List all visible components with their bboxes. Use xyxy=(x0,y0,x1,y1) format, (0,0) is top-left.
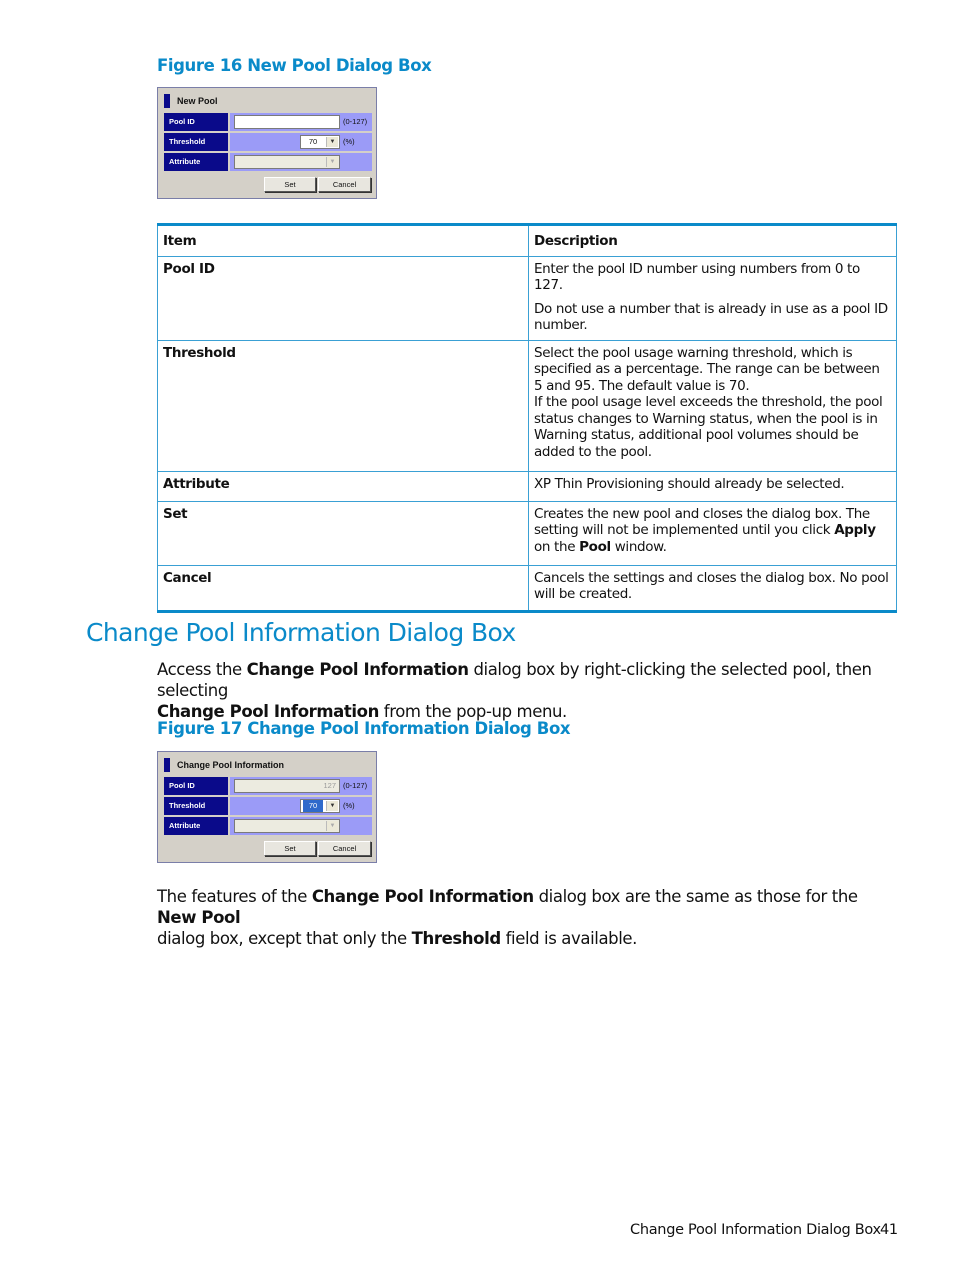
description-bold: Pool xyxy=(579,538,611,555)
set-button[interactable]: Set xyxy=(264,841,316,856)
bold-text: Change Pool Information xyxy=(246,660,469,679)
table-row: Set Creates the new pool and closes the … xyxy=(157,500,897,566)
description-text: If the pool usage level exceeds the thre… xyxy=(534,394,883,460)
closing-paragraph: The features of the Change Pool Informat… xyxy=(157,886,897,949)
table-header-row: Item Description xyxy=(157,224,897,257)
table-row: Threshold Select the pool usage warning … xyxy=(157,339,897,472)
description-text: on the xyxy=(534,538,580,555)
chevron-down-icon[interactable]: ▼ xyxy=(326,137,338,147)
text: field is available. xyxy=(500,929,638,948)
table-row: Cancel Cancels the settings and closes t… xyxy=(157,564,897,612)
header-item: Item xyxy=(157,224,529,257)
header-description: Description xyxy=(528,224,897,257)
table-row: Pool ID Enter the pool ID number using n… xyxy=(157,255,897,341)
row-item: Threshold xyxy=(157,339,529,472)
row-description: Creates the new pool and closes the dial… xyxy=(528,500,897,566)
bold-text: Threshold xyxy=(411,929,502,948)
text: Access the xyxy=(157,660,247,679)
set-button[interactable]: Set xyxy=(264,177,316,192)
title-marker-icon xyxy=(164,758,170,772)
row-item: Pool ID xyxy=(157,255,529,341)
threshold-label: Threshold xyxy=(164,797,228,815)
bold-text: Change Pool Information xyxy=(311,887,534,906)
pool-id-hint: (0-127) xyxy=(343,781,368,790)
threshold-row: Threshold 70 ▼ (%) xyxy=(164,133,372,151)
description-text: window. xyxy=(610,538,667,555)
attribute-select[interactable]: ▼ xyxy=(234,819,340,833)
attribute-row: Attribute ▼ xyxy=(164,153,372,171)
pool-id-row: Pool ID 127 (0-127) xyxy=(164,777,372,795)
pool-id-label: Pool ID xyxy=(164,777,228,795)
dialog-title-text: New Pool xyxy=(177,96,218,106)
change-pool-information-dialog: Change Pool Information Pool ID 127 (0-1… xyxy=(157,751,377,863)
description-text: Do not use a number that is already in u… xyxy=(534,300,888,334)
attribute-label: Attribute xyxy=(164,817,228,835)
text: dialog box, except that only the xyxy=(157,929,412,948)
attribute-label: Attribute xyxy=(164,153,228,171)
footer-title: Change Pool Information Dialog Box xyxy=(630,1222,881,1238)
threshold-label: Threshold xyxy=(164,133,228,151)
pool-id-hint: (0-127) xyxy=(343,117,368,126)
pool-id-label: Pool ID xyxy=(164,113,228,131)
row-description: Cancels the settings and closes the dial… xyxy=(528,564,897,612)
threshold-value: 70 xyxy=(303,800,323,812)
description-text: Creates the new pool and closes the dial… xyxy=(534,505,870,539)
attribute-select[interactable]: ▼ xyxy=(234,155,340,169)
table-row: Attribute XP Thin Provisioning should al… xyxy=(157,470,897,502)
row-description: Enter the pool ID number using numbers f… xyxy=(528,255,897,341)
title-marker-icon xyxy=(164,94,170,108)
pool-id-input[interactable] xyxy=(234,115,340,129)
section-intro: Access the Change Pool Information dialo… xyxy=(157,659,897,722)
chevron-down-icon: ▼ xyxy=(326,821,338,831)
text: The features of the xyxy=(157,887,312,906)
bold-text: New Pool xyxy=(157,908,241,927)
threshold-select[interactable]: 70 ▼ xyxy=(300,799,340,813)
chevron-down-icon[interactable]: ▼ xyxy=(326,801,338,811)
row-description: Select the pool usage warning threshold,… xyxy=(528,339,897,472)
pool-id-input[interactable]: 127 xyxy=(234,779,340,793)
dialog-title-text: Change Pool Information xyxy=(177,760,284,770)
new-pool-dialog: New Pool Pool ID (0-127) Threshold 70 ▼ … xyxy=(157,87,377,199)
cancel-button[interactable]: Cancel xyxy=(318,177,371,192)
figure-16-caption: Figure 16 New Pool Dialog Box xyxy=(157,56,432,75)
threshold-row: Threshold 70 ▼ (%) xyxy=(164,797,372,815)
threshold-hint: (%) xyxy=(343,801,355,810)
figure-17-caption: Figure 17 Change Pool Information Dialog… xyxy=(157,719,571,738)
dialog-title: Change Pool Information xyxy=(164,758,284,772)
attribute-row: Attribute ▼ xyxy=(164,817,372,835)
threshold-hint: (%) xyxy=(343,137,355,146)
chevron-down-icon: ▼ xyxy=(326,157,338,167)
row-description: XP Thin Provisioning should already be s… xyxy=(528,470,897,502)
page-number: 41 xyxy=(880,1222,898,1238)
pool-id-row: Pool ID (0-127) xyxy=(164,113,372,131)
description-text: Enter the pool ID number using numbers f… xyxy=(534,260,860,294)
threshold-value: 70 xyxy=(308,137,318,146)
description-text: Select the pool usage warning threshold,… xyxy=(534,344,880,394)
row-item: Set xyxy=(157,500,529,566)
row-item: Attribute xyxy=(157,470,529,502)
threshold-select[interactable]: 70 ▼ xyxy=(300,135,340,149)
section-heading: Change Pool Information Dialog Box xyxy=(86,618,516,647)
item-description-table: Item Description Pool ID Enter the pool … xyxy=(157,223,897,613)
cancel-button[interactable]: Cancel xyxy=(318,841,371,856)
text: dialog box are the same as those for the xyxy=(533,887,858,906)
dialog-title: New Pool xyxy=(164,94,218,108)
description-bold: Apply xyxy=(834,522,876,538)
row-item: Cancel xyxy=(157,564,529,612)
